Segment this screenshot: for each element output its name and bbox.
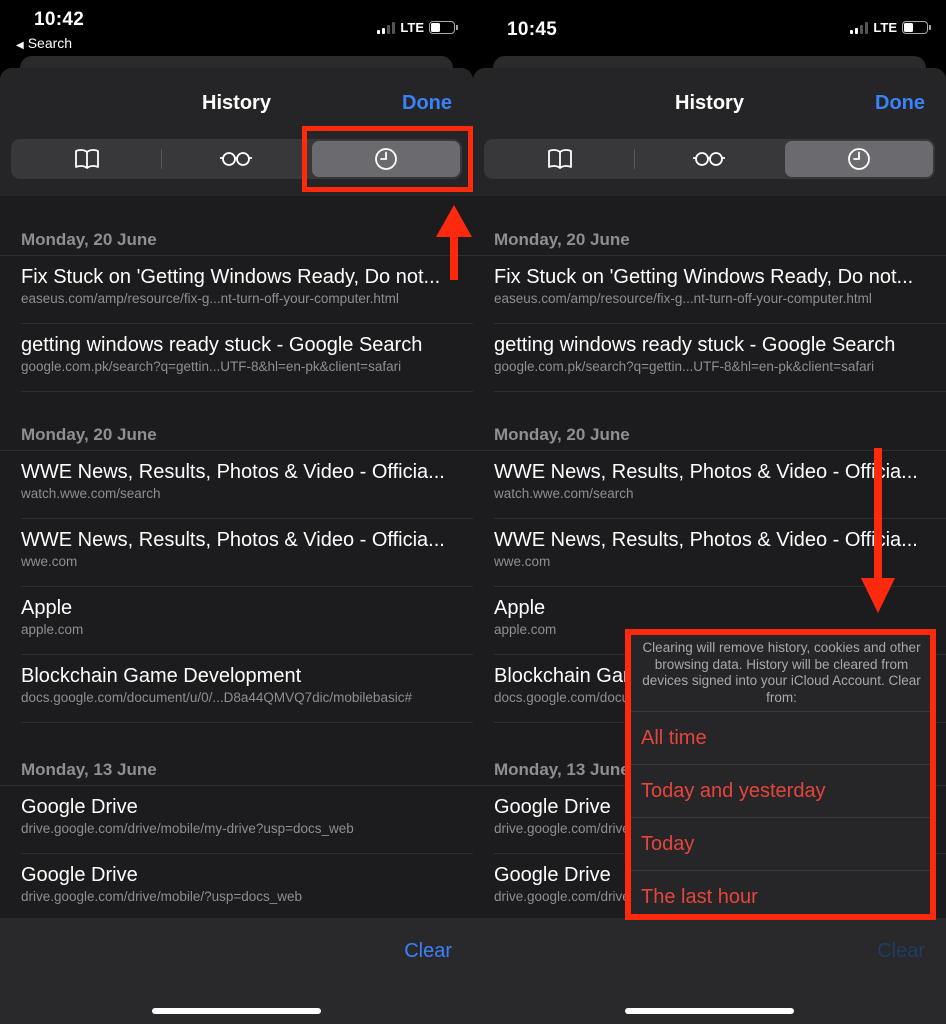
row-url: google.com.pk/search?q=gettin...UTF-8&hl… [494,359,875,374]
history-row[interactable]: Apple apple.com [21,587,473,655]
glasses-icon [693,152,726,166]
battery-icon [902,21,931,34]
row-title: WWE News, Results, Photos & Video - Offi… [21,529,445,551]
row-url: watch.wwe.com/search [21,486,161,501]
row-url: easeus.com/amp/resource/fix-g...nt-turn-… [21,291,399,306]
row-title: Google Drive [21,796,138,818]
section-header: Monday, 20 June [0,392,473,451]
battery-icon [429,21,458,34]
history-row[interactable]: WWE News, Results, Photos & Video - Offi… [21,519,473,587]
clear-option-all-time[interactable]: All time [630,712,933,765]
book-icon [548,149,573,169]
history-row[interactable]: Fix Stuck on 'Getting Windows Ready, Do … [21,256,473,324]
row-title: getting windows ready stuck - Google Sea… [494,334,896,356]
done-button[interactable]: Done [875,92,925,115]
row-url: wwe.com [21,554,78,569]
history-row[interactable]: Blockchain Game Development docs.google.c… [21,655,473,723]
row-url: drive.google.com/drive/mobile/my-drive?u… [21,821,354,836]
status-indicators: LTE [850,20,931,35]
action-sheet-message: Clearing will remove history, cookies an… [630,633,933,712]
clear-option-today-and-yesterday[interactable]: Today and yesterday [630,765,933,818]
segmented-control [484,139,935,179]
signal-icon [850,21,869,34]
clear-option-last-hour[interactable]: The last hour [630,871,933,916]
tab-bookmarks[interactable] [486,141,634,177]
history-sheet: History Done Monday, 20 June Fix Stuck o… [0,68,473,1024]
book-icon [75,149,100,169]
signal-icon [377,21,396,34]
glasses-icon [220,152,253,166]
home-indicator[interactable] [625,1008,794,1014]
back-label: Search [27,35,73,51]
tab-reading-list[interactable] [162,141,310,177]
sheet-header: History Done [473,68,946,196]
back-to-search-link[interactable]: ◀ Search [16,35,72,51]
row-title: getting windows ready stuck - Google Sea… [21,334,423,356]
left-screenshot: 10:42 ◀ Search LTE History Done Monday, … [0,0,473,1024]
status-indicators: LTE [377,20,458,35]
section-header: Monday, 20 June [473,392,946,451]
clear-button[interactable]: Clear [404,940,452,963]
history-row[interactable]: Google Drive drive.google.com/drive/mobil… [21,786,473,854]
row-title: Blockchain Game Development [21,665,302,687]
network-label: LTE [400,20,424,35]
row-url: docs.google.com/document/u/0/...D8a44QMV… [21,690,412,705]
history-row[interactable]: WWE News, Results, Photos & Video - Offi… [21,451,473,519]
history-row[interactable]: Fix Stuck on 'Getting Windows Ready, Do … [494,256,946,324]
section-header: Monday, 13 June [0,723,473,786]
annotation-arrow-up-icon [436,205,472,280]
history-row[interactable]: getting windows ready stuck - Google Sea… [494,324,946,392]
row-url: drive.google.com/drive/mobile/?usp=docs_… [21,889,303,904]
section-header: Monday, 20 June [473,196,946,256]
status-time: 10:42 [34,9,85,30]
clear-history-action-sheet: Clearing will remove history, cookies an… [630,633,933,916]
history-list: Monday, 20 June Fix Stuck on 'Getting Wi… [0,196,473,918]
row-title: Apple [21,597,73,619]
done-button[interactable]: Done [402,92,452,115]
tab-reading-list[interactable] [635,141,783,177]
home-indicator[interactable] [152,1008,321,1014]
tab-bookmarks[interactable] [13,141,161,177]
tab-history[interactable] [784,141,933,177]
row-url: easeus.com/amp/resource/fix-g...nt-turn-… [494,291,872,306]
clear-option-today[interactable]: Today [630,818,933,871]
clock-icon [847,148,870,170]
network-label: LTE [873,20,897,35]
row-url: apple.com [21,622,84,637]
annotation-highlight-box [302,126,473,192]
annotation-arrow-down-icon [861,448,895,613]
clear-button[interactable]: Clear [877,940,925,963]
row-title: Fix Stuck on 'Getting Windows Ready, Do … [494,266,914,288]
row-title: Fix Stuck on 'Getting Windows Ready, Do … [21,266,441,288]
back-triangle-icon: ◀ [16,40,24,51]
status-time: 10:45 [507,19,558,40]
history-row[interactable]: Google Drive drive.google.com/drive/mobil… [21,854,473,918]
history-row[interactable]: getting windows ready stuck - Google Sea… [21,324,473,392]
row-title: Google Drive [21,864,138,886]
row-url: google.com.pk/search?q=gettin...UTF-8&hl… [21,359,402,374]
section-header: Monday, 20 June [0,196,473,256]
row-title: WWE News, Results, Photos & Video - Offi… [21,461,445,483]
